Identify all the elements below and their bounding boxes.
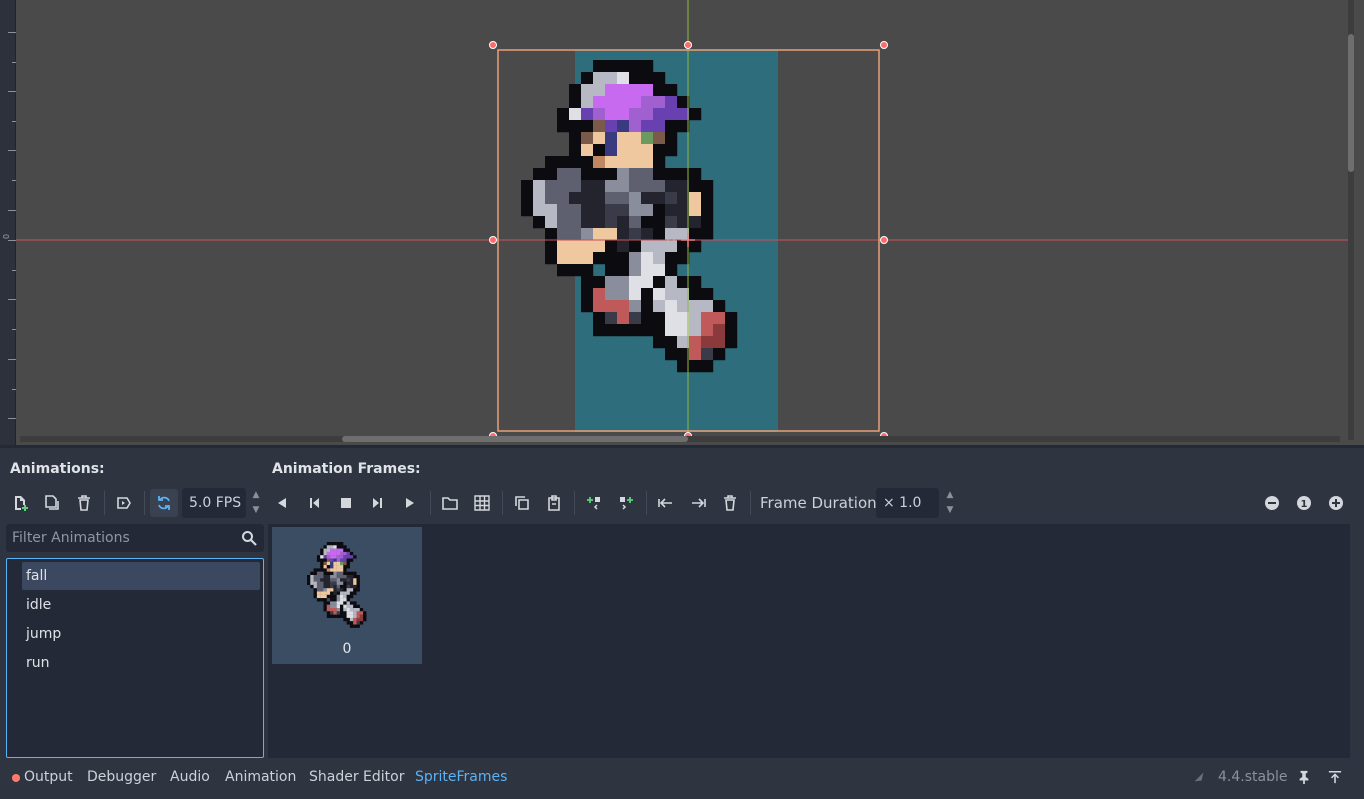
chevron-down-icon[interactable]: ▼ [947, 506, 954, 515]
delete-animation-button[interactable] [70, 489, 98, 517]
vertical-scrollbar[interactable] [1348, 0, 1354, 440]
frame-preview-image [307, 542, 367, 628]
search-icon [242, 531, 257, 546]
fps-spinbox[interactable]: 5.0 FPS [182, 488, 246, 518]
animation-item-run[interactable]: run [22, 649, 260, 677]
autoplay-icon [117, 497, 131, 509]
chevron-up-icon[interactable]: ▲ [253, 491, 260, 500]
insert-before-icon [587, 497, 600, 510]
arrow-left-icon [658, 498, 672, 508]
version-label[interactable]: 4.4.stable [1218, 769, 1287, 785]
fps-value: 5.0 FPS [189, 495, 242, 511]
animation-list[interactable]: fall idle jump run [6, 558, 264, 758]
duplicate-icon [45, 495, 59, 510]
grid-icon [474, 495, 490, 511]
zoom-out-button[interactable] [1258, 489, 1286, 517]
animation-frames-header: Animation Frames: [272, 461, 421, 477]
output-alert-icon [12, 774, 20, 782]
copy-icon [515, 496, 529, 510]
frame-thumbnail[interactable]: 0 [272, 527, 422, 664]
tab-debugger[interactable]: Debugger [87, 769, 156, 785]
frame-index: 0 [342, 641, 352, 657]
filter-animations-input[interactable]: Filter Animations [6, 524, 264, 552]
loop-icon [158, 496, 170, 510]
insert-after-icon [620, 497, 633, 510]
tab-audio[interactable]: Audio [170, 769, 210, 785]
move-frame-right-button[interactable] [684, 489, 712, 517]
trash-icon [724, 495, 736, 511]
insert-empty-after-button[interactable] [612, 489, 640, 517]
play-button[interactable] [396, 489, 424, 517]
trash-icon [78, 495, 90, 511]
loop-toggle-button[interactable] [150, 489, 178, 517]
pin-icon[interactable] [1297, 770, 1311, 784]
frame-duration-value: × 1.0 [883, 495, 922, 511]
zoom-reset-icon: 1 [1297, 496, 1311, 510]
fps-stepper[interactable]: ▲ ▼ [249, 488, 263, 518]
add-frames-from-sheet-button[interactable] [468, 489, 496, 517]
zoom-out-icon [1265, 496, 1279, 510]
zoom-reset-button[interactable]: 1 [1290, 489, 1318, 517]
horizontal-scrollbar[interactable] [20, 436, 1340, 442]
frames-grid[interactable]: 0 [268, 524, 1350, 758]
folder-icon [442, 497, 458, 510]
frame-duration-stepper[interactable]: ▲ ▼ [943, 488, 957, 518]
paste-frame-button[interactable] [540, 489, 568, 517]
copy-frame-button[interactable] [508, 489, 536, 517]
stop-icon [341, 498, 351, 508]
play-from-start-button[interactable] [364, 489, 392, 517]
duplicate-animation-button[interactable] [38, 489, 66, 517]
animation-item-jump[interactable]: jump [22, 620, 260, 648]
filter-placeholder: Filter Animations [12, 530, 130, 546]
paste-icon [548, 495, 560, 511]
tab-animation[interactable]: Animation [225, 769, 296, 785]
expand-panel-icon[interactable] [1328, 770, 1342, 784]
zoom-in-button[interactable] [1322, 489, 1350, 517]
move-frame-left-button[interactable] [652, 489, 680, 517]
add-frame-from-file-button[interactable] [436, 489, 464, 517]
new-animation-button[interactable] [6, 489, 34, 517]
play-icon [406, 498, 414, 508]
svg-text:1: 1 [1301, 499, 1308, 510]
delete-frame-button[interactable] [716, 489, 744, 517]
animation-item-idle[interactable]: idle [22, 591, 260, 619]
play-from-end-button[interactable] [300, 489, 328, 517]
arrow-right-icon [692, 498, 706, 508]
chevron-up-icon[interactable]: ▲ [947, 491, 954, 500]
zoom-in-icon [1329, 496, 1343, 510]
update-spinner-icon[interactable] [1192, 770, 1206, 784]
scene-canvas [16, 0, 1350, 440]
play-backward-icon [278, 498, 286, 508]
frame-duration-spinbox[interactable]: × 1.0 [876, 488, 939, 518]
play-backward-start-icon [310, 498, 319, 508]
insert-empty-before-button[interactable] [580, 489, 608, 517]
play-forward-start-icon [373, 498, 382, 508]
play-backwards-button[interactable] [268, 489, 296, 517]
tab-shader-editor[interactable]: Shader Editor [309, 769, 404, 785]
animations-header: Animations: [10, 461, 105, 477]
new-file-icon [15, 496, 28, 511]
tab-output[interactable]: Output [24, 769, 73, 785]
tab-spriteframes[interactable]: SpriteFrames [415, 769, 507, 785]
stop-button[interactable] [332, 489, 360, 517]
animation-item-fall[interactable]: fall [22, 562, 260, 590]
frame-duration-label: Frame Duration: [760, 494, 882, 512]
autoplay-on-load-button[interactable] [110, 489, 138, 517]
canvas-viewport[interactable]: 0 [0, 0, 1364, 445]
chevron-down-icon[interactable]: ▼ [253, 506, 260, 515]
